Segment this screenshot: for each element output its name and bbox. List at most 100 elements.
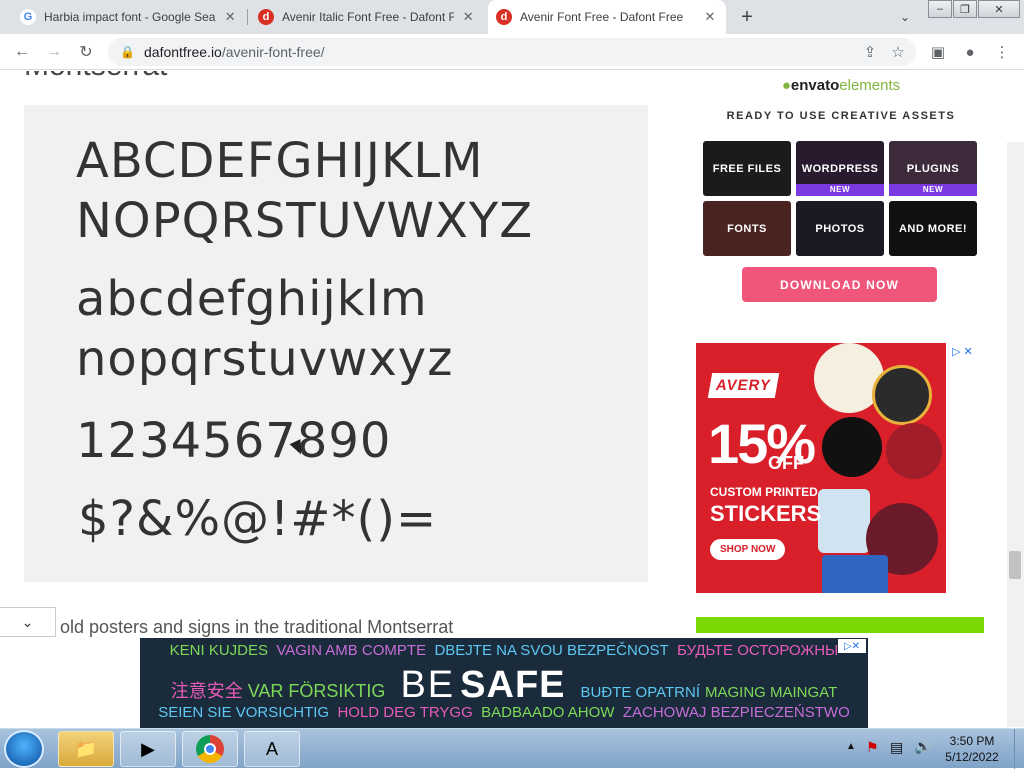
- envato-logo: ●envatoelements: [696, 77, 986, 94]
- preview-numbers: 1234567890: [76, 413, 392, 469]
- ad-choices-icon[interactable]: ▷✕: [838, 639, 866, 653]
- ad-row-3: SEIEN SIE VORSICHTIG HOLD DEG TRYGG BADB…: [140, 704, 868, 721]
- ad-phrase: BUĐTE OPATRNÍ: [580, 684, 700, 701]
- browser-toolbar: ← → ↻ 🔒 dafontfree.io /avenir-font-free/…: [0, 34, 1024, 70]
- tab-separator: [247, 9, 248, 25]
- sticker-decoration: [886, 423, 942, 479]
- minimize-button[interactable]: –: [928, 0, 952, 18]
- article-text: old posters and signs in the traditional…: [60, 617, 454, 637]
- ad-phrase: HOLD DEG TRYGG: [337, 704, 473, 721]
- show-hidden-icons-chevron[interactable]: ▲: [846, 741, 856, 752]
- preview-uppercase-2: NOPQRSTUVWXYZ: [76, 193, 534, 249]
- preview-lowercase-1: abcdefghijklm: [76, 271, 428, 327]
- tab-google-search[interactable]: G Harbia impact font - Google Search ✕: [12, 0, 246, 34]
- sticker-decoration: [872, 365, 932, 425]
- url-domain: dafontfree.io: [144, 44, 222, 60]
- chrome-icon[interactable]: [182, 731, 238, 767]
- sticker-decoration: [822, 555, 888, 593]
- tile-fonts[interactable]: FONTS: [703, 201, 791, 256]
- volume-icon[interactable]: 🔊: [914, 738, 931, 755]
- tile-label: PHOTOS: [815, 222, 865, 235]
- close-icon[interactable]: ✕: [460, 9, 476, 25]
- ad-row-2: 注意安全 VAR FÖRSIKTIG BE SAFE BUĐTE OPATRNÍ…: [140, 664, 868, 707]
- menu-kebab-icon[interactable]: ⋮: [990, 40, 1014, 64]
- tab-strip: G Harbia impact font - Google Search ✕ d…: [0, 0, 1024, 34]
- network-icon[interactable]: ▤: [890, 739, 903, 756]
- restore-button[interactable]: ❐: [953, 0, 977, 18]
- ad-choices-icon[interactable]: ▷ ✕: [952, 345, 973, 358]
- preview-lowercase-2: nopqrstuvwxyz: [76, 331, 454, 387]
- bookmark-star-icon[interactable]: ☆: [886, 40, 910, 64]
- reload-icon[interactable]: ↻: [74, 40, 98, 64]
- scrollbar-thumb[interactable]: [1009, 551, 1021, 579]
- download-now-button[interactable]: DOWNLOAD NOW: [742, 267, 937, 302]
- section-heading: Montserrat: [24, 71, 167, 83]
- envato-logo-suffix: elements: [839, 77, 901, 94]
- system-clock[interactable]: 3:50 PM 5/12/2022: [932, 733, 1012, 765]
- tab-title: Avenir Italic Font Free - Dafont Free: [282, 10, 455, 24]
- profile-avatar-icon[interactable]: ●: [958, 40, 982, 64]
- ad-phrase: VAR FÖRSIKTIG: [247, 681, 386, 701]
- new-badge: NEW: [889, 184, 977, 196]
- show-desktop-button[interactable]: [1014, 729, 1024, 769]
- web-page: Montserrat ABCDEFGHIJKLM NOPQRSTUVWXYZ a…: [0, 71, 1024, 727]
- ad-phrase: MAGING MAINGAT: [705, 684, 838, 701]
- tile-label: FONTS: [727, 222, 767, 235]
- address-bar[interactable]: 🔒 dafontfree.io /avenir-font-free/: [108, 38, 916, 66]
- page-scrollbar[interactable]: [1007, 142, 1024, 727]
- ad-phrase: БУДЬТЕ ОСТОРОЖНЫ: [677, 642, 839, 659]
- ad-row-1: KENI KUJDES VAGIN AMB COMPTE DBEJTE NA S…: [140, 642, 868, 659]
- ad-phrase: VAGIN AMB COMPTE: [276, 642, 427, 659]
- tile-label: AND MORE!: [898, 222, 968, 235]
- tile-wordpress[interactable]: WORDPRESS NEW: [796, 141, 884, 196]
- back-icon[interactable]: ←: [10, 40, 34, 64]
- preview-symbols: $?&%@!#*()=: [78, 491, 438, 547]
- tile-and-more[interactable]: AND MORE!: [889, 201, 977, 256]
- share-icon[interactable]: ⇪: [858, 40, 882, 64]
- ad-be: BE: [400, 664, 456, 706]
- tile-plugins[interactable]: PLUGINS NEW: [889, 141, 977, 196]
- tab-title: Harbia impact font - Google Search: [44, 10, 217, 24]
- windows-start-button[interactable]: [4, 730, 44, 768]
- bottom-banner-ad[interactable]: KENI KUJDES VAGIN AMB COMPTE DBEJTE NA S…: [140, 638, 868, 728]
- avery-headline: STICKERS: [710, 501, 822, 526]
- file-explorer-icon[interactable]: 📁: [58, 731, 114, 767]
- dafont-icon: d: [496, 9, 512, 25]
- forward-icon[interactable]: →: [42, 40, 66, 64]
- dafont-icon: d: [258, 9, 274, 25]
- tile-label: FREE FILES: [712, 162, 782, 175]
- shop-now-button[interactable]: SHOP NOW: [710, 539, 786, 560]
- tile-free-files[interactable]: FREE FILES: [703, 141, 791, 196]
- preview-uppercase-1: ABCDEFGHIJKLM: [76, 133, 484, 189]
- tile-label: PLUGINS: [906, 162, 960, 175]
- media-player-icon[interactable]: ▶: [120, 731, 176, 767]
- ad-phrase: DBEJTE NA SVOU BEZPEČNOST: [434, 642, 669, 659]
- ad-phrase: BADBAADO AHOW: [481, 704, 615, 721]
- tile-label: WORDPRESS: [801, 162, 879, 175]
- partial-ad-banner[interactable]: [696, 617, 984, 633]
- google-icon: G: [20, 9, 36, 25]
- font-viewer-icon[interactable]: A: [244, 731, 300, 767]
- windows-taskbar: 📁 ▶ A ▲ ⚑ ▤ 🔊 3:50 PM 5/12/2022: [0, 728, 1024, 769]
- close-icon[interactable]: ✕: [702, 9, 718, 25]
- envato-logo-prefix: envato: [790, 77, 840, 94]
- tab-avenir-italic[interactable]: d Avenir Italic Font Free - Dafont Free …: [250, 0, 484, 34]
- tab-avenir-active[interactable]: d Avenir Font Free - Dafont Free ✕: [488, 0, 726, 34]
- clock-date: 5/12/2022: [945, 750, 999, 764]
- avery-logo: AVERY: [707, 373, 780, 398]
- avery-ad[interactable]: AVERY 15% OFF CUSTOM PRINTED STICKERS SH…: [696, 343, 946, 593]
- envato-ad[interactable]: ●envatoelements READY TO USE CREATIVE AS…: [696, 77, 986, 302]
- sticker-decoration: [818, 489, 870, 553]
- lock-icon[interactable]: 🔒: [120, 45, 136, 59]
- ad-safe: SAFE: [460, 664, 566, 706]
- side-panel-icon[interactable]: ▣: [926, 40, 950, 64]
- new-tab-button[interactable]: +: [736, 6, 758, 28]
- ad-phrase: SEIEN SIE VORSICHTIG: [158, 704, 330, 721]
- close-icon[interactable]: ✕: [222, 9, 238, 25]
- close-window-button[interactable]: ✕: [978, 0, 1020, 18]
- action-center-flag-icon[interactable]: ⚑: [866, 739, 879, 756]
- tab-search-chevron-icon[interactable]: ⌄: [896, 8, 914, 26]
- collapse-chevron-button[interactable]: ⌄: [0, 607, 56, 637]
- tile-photos[interactable]: PHOTOS: [796, 201, 884, 256]
- ad-phrase: KENI KUJDES: [169, 642, 269, 659]
